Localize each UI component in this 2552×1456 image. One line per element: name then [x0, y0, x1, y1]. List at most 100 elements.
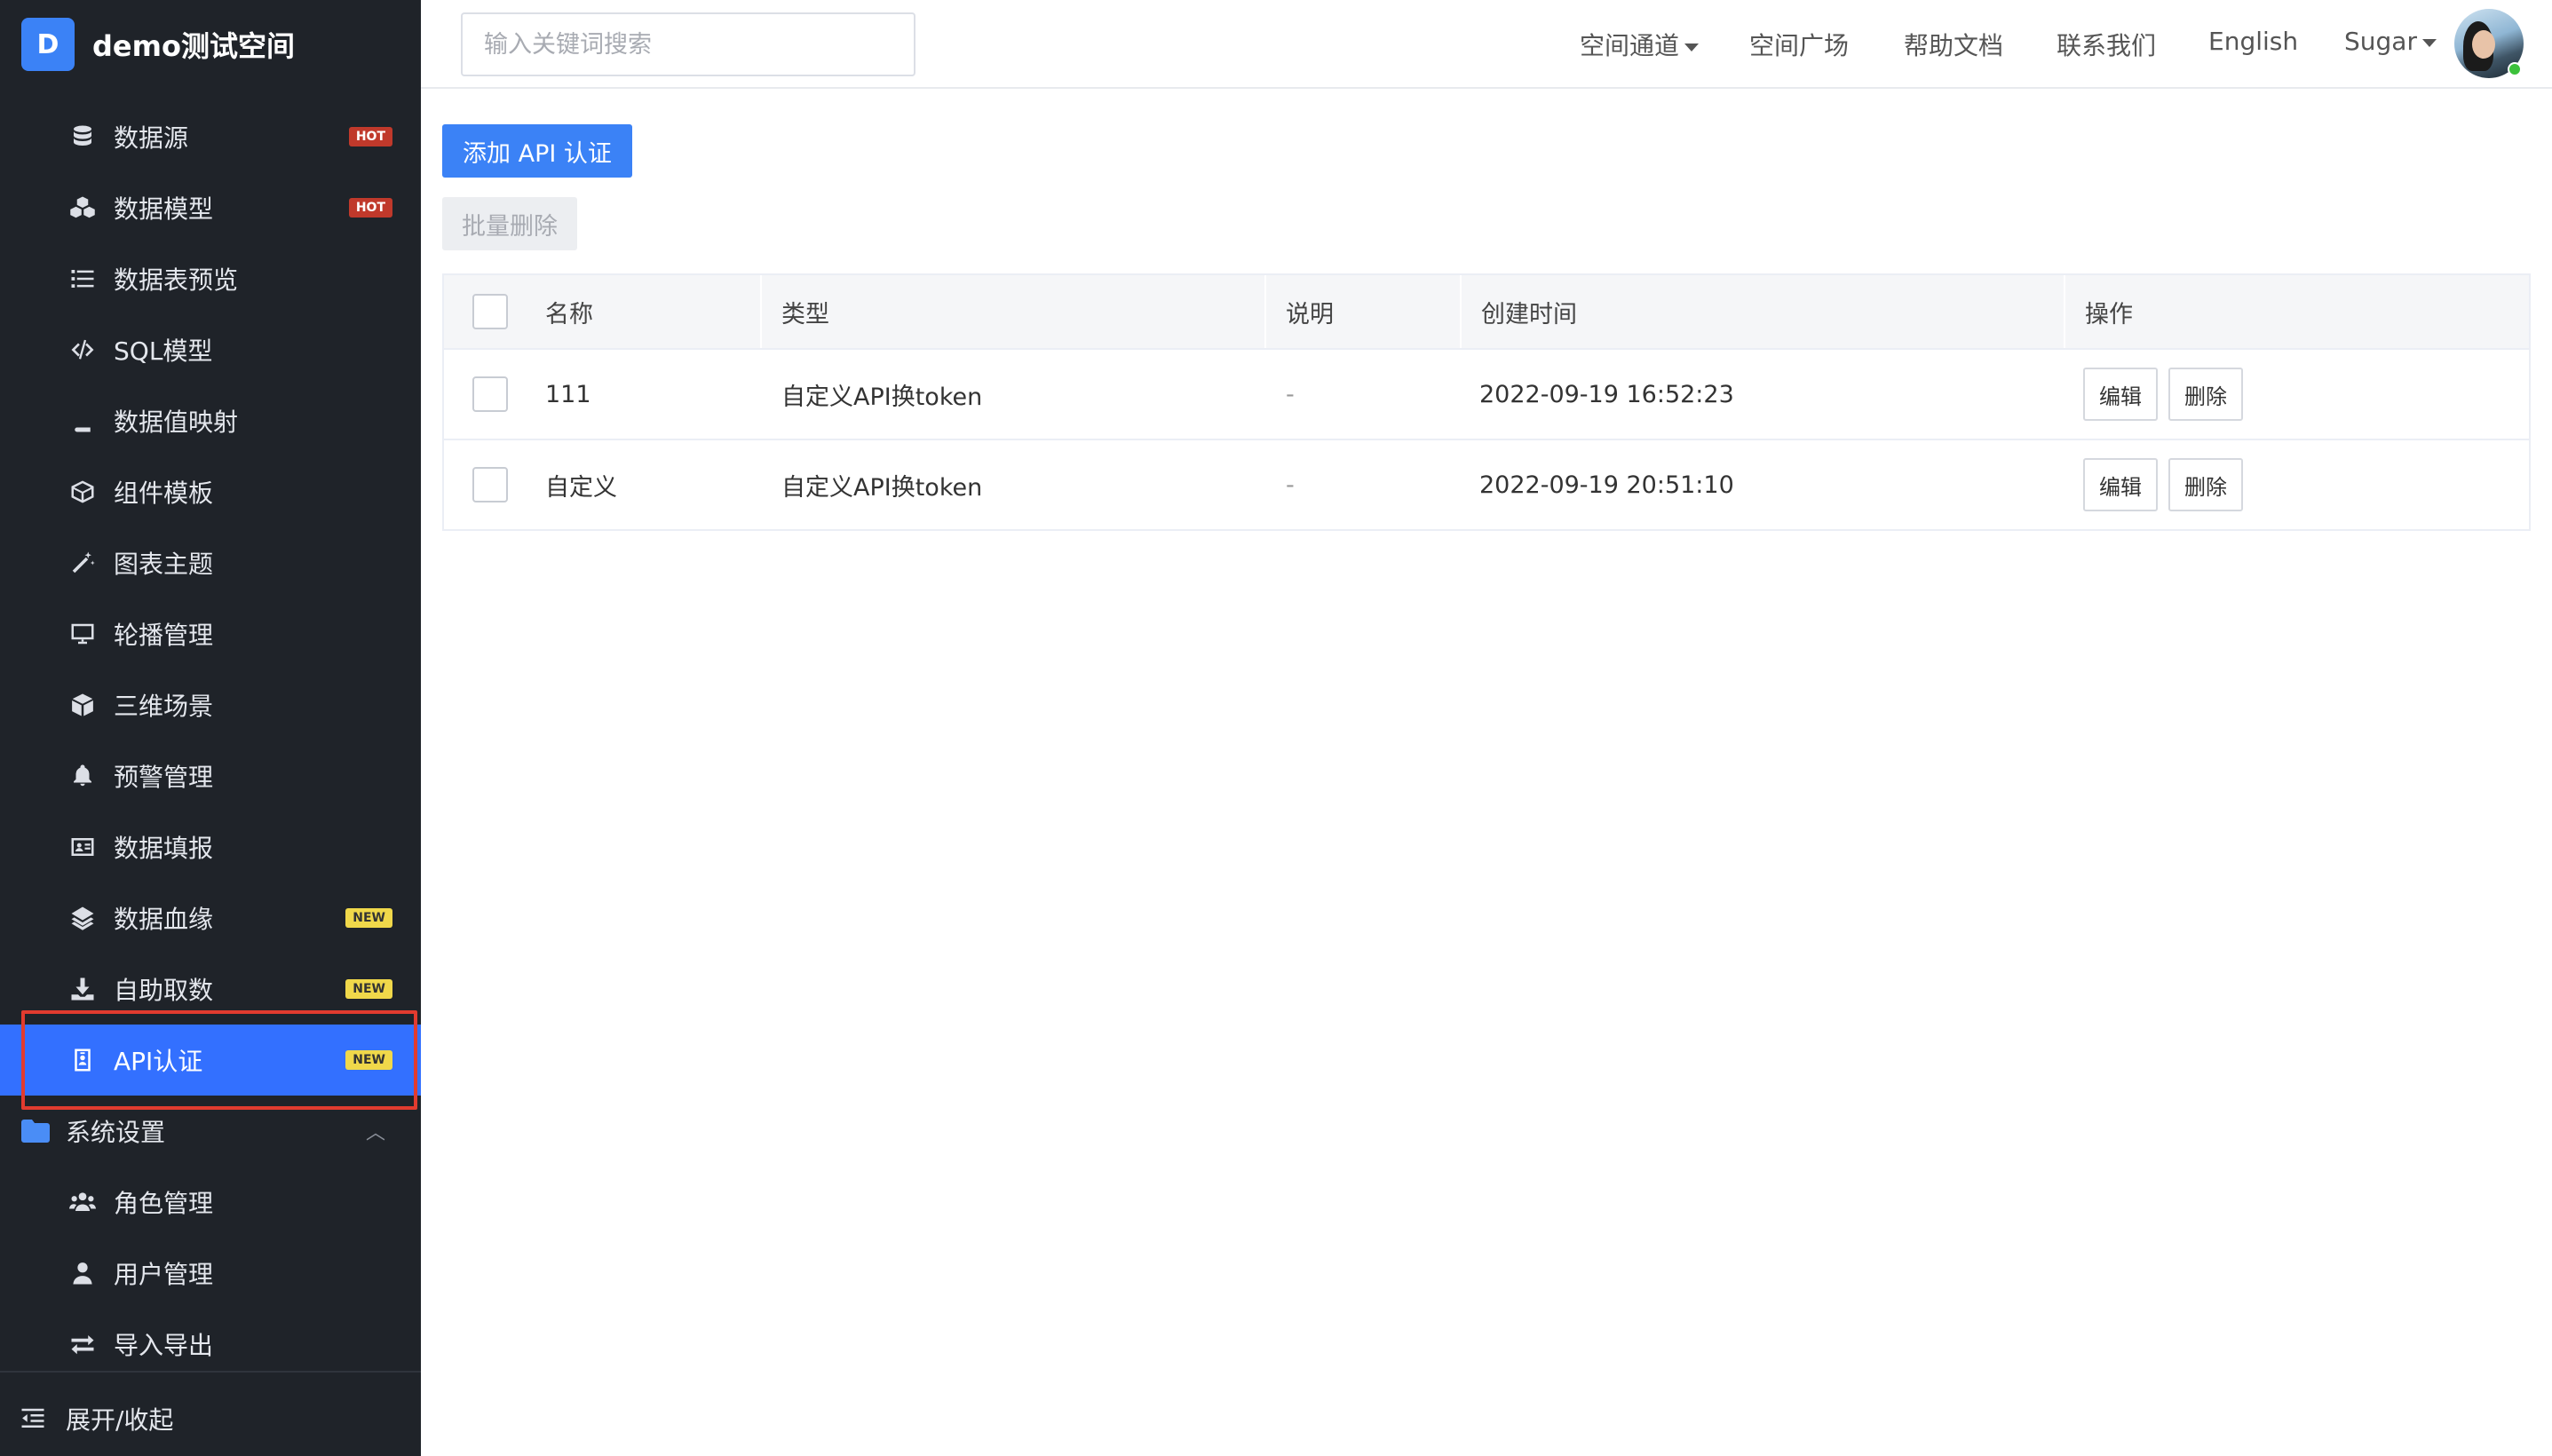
row-checkbox[interactable] [472, 376, 508, 412]
users-icon [67, 1187, 98, 1217]
sidebar-item-carousel[interactable]: 轮播管理 [0, 598, 421, 669]
list-icon [67, 264, 98, 294]
new-badge: NEW [345, 1050, 392, 1070]
avatar-face [2472, 30, 2495, 59]
bell-icon [67, 761, 98, 791]
sidebar-item-data-model[interactable]: 数据模型 HOT [0, 172, 421, 243]
sidebar-item-label: 用户管理 [114, 1260, 214, 1289]
sidebar-item-chart-theme[interactable]: 图表主题 [0, 527, 421, 598]
sidebar-item-label: 数据值映射 [114, 408, 239, 437]
help-docs-link[interactable]: 帮助文档 [1904, 27, 2003, 62]
layers-icon [67, 903, 98, 933]
sidebar-item-import-export[interactable]: 导入导出 [0, 1309, 421, 1380]
contact-us-link[interactable]: 联系我们 [2057, 27, 2156, 62]
collapse-label: 展开/收起 [66, 1405, 174, 1435]
sidebar-item-label: 组件模板 [114, 479, 214, 508]
sidebar-item-alerts[interactable]: 预警管理 [0, 740, 421, 811]
monitor-icon [67, 619, 98, 649]
sidebar-item-label: API认证 [114, 1047, 203, 1076]
hot-badge: HOT [348, 198, 392, 218]
api-auth-table: 名称 类型 说明 创建时间 操作 111 自定义API换token - 2022… [442, 273, 2531, 531]
column-divider [1460, 275, 1462, 348]
sidebar-item-label: 数据源 [114, 123, 189, 153]
search-input[interactable] [461, 12, 915, 76]
sidebar-item-data-entry[interactable]: 数据填报 [0, 811, 421, 882]
sidebar-item-data-lineage[interactable]: 数据血缘 NEW [0, 882, 421, 954]
online-status-dot [2508, 62, 2522, 76]
user-icon [67, 1258, 98, 1288]
cubes-icon [67, 193, 98, 223]
row-created-time: 2022-09-19 20:51:10 [1479, 471, 1734, 499]
id-card-icon [67, 832, 98, 862]
sidebar-item-component-template[interactable]: 组件模板 [0, 456, 421, 527]
sidebar: D demo测试空间 数据源 HOT 数据模型 HOT 数据表预览 SQL模型 [0, 0, 421, 1456]
book-icon [67, 406, 98, 436]
table-row: 111 自定义API换token - 2022-09-19 16:52:23 编… [444, 348, 2529, 439]
column-header-created-time: 创建时间 [1481, 300, 1577, 328]
row-checkbox[interactable] [472, 467, 508, 502]
space-channel-dropdown[interactable]: 空间通道 [1580, 27, 1700, 62]
row-name: 自定义 [545, 473, 617, 502]
folder-icon [21, 1120, 50, 1143]
row-select-cell [472, 350, 508, 439]
code-icon [67, 335, 98, 365]
space-plaza-link[interactable]: 空间广场 [1749, 27, 1849, 62]
edit-button[interactable]: 编辑 [2083, 458, 2158, 511]
sidebar-item-datasource[interactable]: 数据源 HOT [0, 101, 421, 172]
cube-outline-icon [67, 477, 98, 507]
sidebar-item-label: 导入导出 [114, 1331, 214, 1360]
row-description: - [1286, 471, 1295, 499]
sidebar-collapse-toggle[interactable]: 展开/收起 [0, 1381, 421, 1456]
sidebar-item-label: SQL模型 [114, 336, 213, 366]
space-channel-label: 空间通道 [1580, 31, 1680, 60]
batch-delete-button[interactable]: 批量删除 [442, 197, 577, 250]
sidebar-item-label: 图表主题 [114, 550, 214, 579]
column-divider [1264, 275, 1266, 348]
column-divider [760, 275, 762, 348]
delete-button[interactable]: 删除 [2168, 458, 2243, 511]
username-label: Sugar [2344, 27, 2417, 56]
indent-icon [21, 1408, 44, 1428]
row-type: 自定义API换token [781, 383, 983, 411]
sidebar-item-value-mapping[interactable]: 数据值映射 [0, 385, 421, 456]
sidebar-divider [0, 1371, 421, 1373]
row-created-time: 2022-09-19 16:52:23 [1479, 380, 1734, 408]
row-actions: 编辑 删除 [2083, 350, 2254, 439]
sidebar-item-sql-model[interactable]: SQL模型 [0, 314, 421, 385]
sidebar-item-label: 数据填报 [114, 834, 214, 863]
column-header-type: 类型 [781, 300, 829, 328]
edit-button[interactable]: 编辑 [2083, 368, 2158, 421]
column-header-actions: 操作 [2085, 300, 2133, 328]
caret-down-icon [2421, 38, 2437, 47]
download-icon [67, 974, 98, 1004]
sidebar-item-label: 数据表预览 [114, 265, 239, 295]
sidebar-item-self-service[interactable]: 自助取数 NEW [0, 954, 421, 1025]
delete-button[interactable]: 删除 [2168, 368, 2243, 421]
user-menu-dropdown[interactable]: Sugar [2344, 27, 2437, 56]
sidebar-item-label: 角色管理 [114, 1189, 214, 1218]
sidebar-group-label: 系统设置 [66, 1118, 166, 1147]
sidebar-item-label: 预警管理 [114, 763, 214, 792]
brand[interactable]: D demo测试空间 [0, 0, 421, 89]
sidebar-group-system-settings[interactable]: 系统设置 ︿ [0, 1096, 421, 1167]
sidebar-item-label: 轮播管理 [114, 621, 214, 650]
row-description: - [1286, 380, 1295, 408]
select-all-checkbox[interactable] [472, 294, 508, 329]
row-name: 111 [545, 380, 591, 408]
language-switch-link[interactable]: English [2208, 27, 2298, 56]
column-header-description: 说明 [1286, 300, 1334, 328]
top-header: 空间通道 空间广场 帮助文档 联系我们 English Sugar [421, 0, 2552, 89]
sidebar-item-api-auth[interactable]: API认证 NEW [0, 1025, 421, 1096]
sidebar-item-table-preview[interactable]: 数据表预览 [0, 243, 421, 314]
column-header-name: 名称 [545, 300, 593, 328]
hot-badge: HOT [348, 127, 392, 146]
row-select-cell [472, 440, 508, 529]
id-badge-icon [67, 1045, 98, 1075]
sidebar-item-user-management[interactable]: 用户管理 [0, 1238, 421, 1309]
table-header: 名称 类型 说明 创建时间 操作 [444, 275, 2529, 348]
add-api-auth-button[interactable]: 添加 API 认证 [442, 124, 632, 178]
column-divider [2064, 275, 2065, 348]
sidebar-item-3d-scene[interactable]: 三维场景 [0, 669, 421, 740]
sidebar-item-role-management[interactable]: 角色管理 [0, 1167, 421, 1238]
sidebar-item-label: 自助取数 [114, 976, 214, 1005]
